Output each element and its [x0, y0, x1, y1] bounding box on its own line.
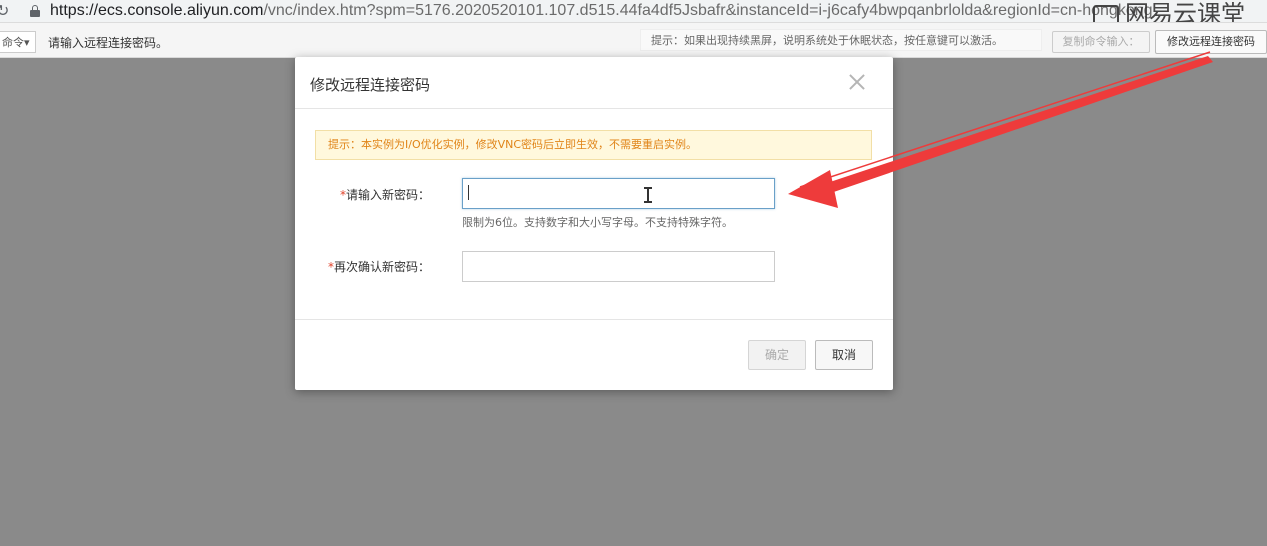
url-path: /vnc/index.htm?spm=5176.2020520101.107.d… [263, 2, 1153, 19]
confirm-password-label: *再次确认新密码： [295, 258, 430, 275]
password-help-text: 限制为6位。支持数字和大小写字母。不支持特殊字符。 [462, 216, 733, 229]
new-password-label: *请输入新密码： [295, 186, 430, 203]
url-field[interactable]: https://ecs.console.aliyun.com/vnc/index… [50, 2, 1153, 20]
new-password-label-text: 请输入新密码： [345, 188, 430, 202]
notice-banner: 提示：本实例为I/O优化实例，修改VNC密码后立即生效，不需要重启实例。 [315, 130, 872, 160]
cancel-button[interactable]: 取消 [815, 340, 873, 370]
status-message: 请输入远程连接密码。 [48, 36, 169, 50]
watermark-text: 网易云课堂 [1125, 0, 1245, 23]
dialog-header: 修改远程连接密码 [295, 57, 893, 109]
watermark: 网易云课堂 [1093, 0, 1245, 23]
copy-command-button[interactable]: 复制命令输入： [1052, 31, 1150, 53]
modify-password-button[interactable]: 修改远程连接密码 [1155, 30, 1267, 54]
browser-address-bar: ↻ https://ecs.console.aliyun.com/vnc/ind… [0, 0, 1267, 23]
url-host: https://ecs.console.aliyun.com [50, 2, 264, 19]
caret-down-icon: ▾ [24, 36, 30, 49]
new-password-input[interactable] [462, 178, 775, 209]
text-caret [468, 185, 469, 200]
dialog-title: 修改远程连接密码 [310, 76, 431, 94]
vnc-toolbar: 命令▾ 请输入远程连接密码。 提示：如果出现持续黑屏，说明系统处于休眠状态，按任… [0, 23, 1267, 58]
watermark-logo-icon [1093, 4, 1119, 22]
modify-password-dialog: 修改远程连接密码 提示：本实例为I/O优化实例，修改VNC密码后立即生效，不需要… [295, 57, 893, 390]
lock-icon[interactable] [30, 5, 40, 17]
send-command-label: 命令 [2, 36, 24, 49]
confirm-password-label-text: 再次确认新密码： [333, 260, 430, 274]
ok-button[interactable]: 确定 [748, 340, 806, 370]
reload-icon[interactable]: ↻ [0, 2, 10, 20]
dialog-footer-divider [295, 319, 893, 320]
send-command-dropdown[interactable]: 命令▾ [0, 31, 36, 53]
hint-text: 提示：如果出现持续黑屏，说明系统处于休眠状态，按任意键可以激活。 [640, 29, 1042, 51]
close-icon[interactable] [847, 72, 867, 92]
ibeam-cursor-icon [644, 187, 652, 203]
confirm-password-input[interactable] [462, 251, 775, 282]
